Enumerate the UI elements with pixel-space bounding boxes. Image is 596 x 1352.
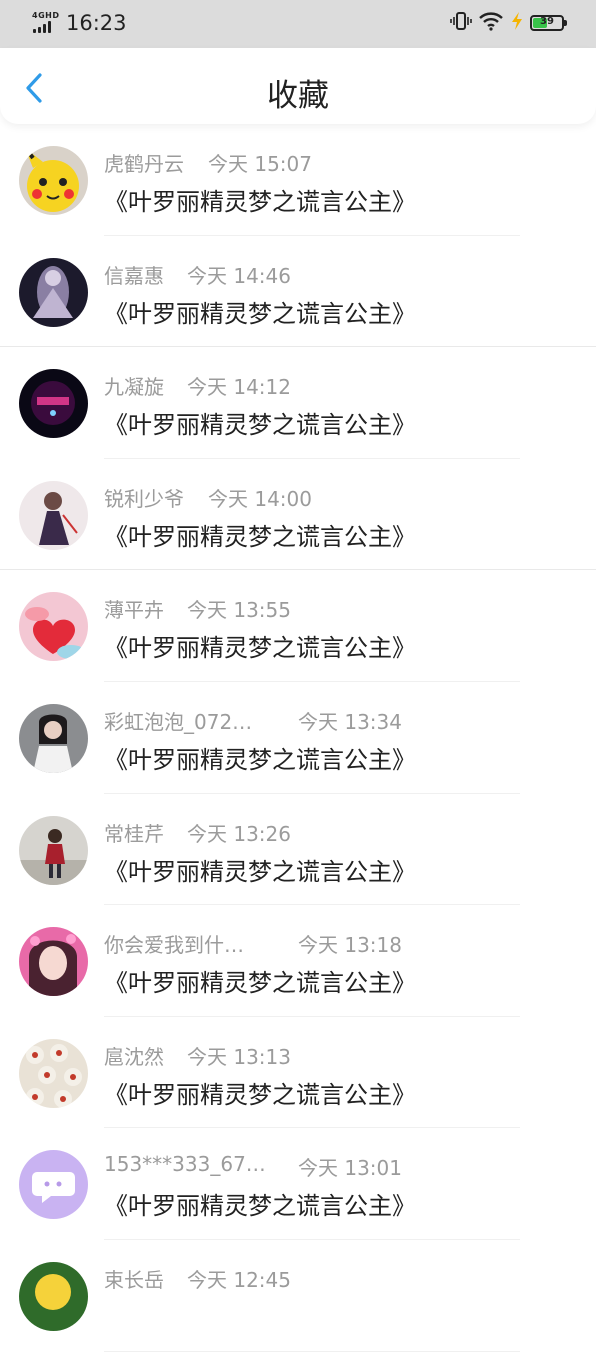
timestamp: 今天 13:55 <box>187 598 291 623</box>
user-name: 虎鹤丹云 <box>104 152 184 176</box>
timestamp: 今天 14:12 <box>187 375 291 400</box>
avatar[interactable] <box>19 1038 88 1108</box>
list-item[interactable]: 常桂芹 今天 13:26 《叶罗丽精灵梦之谎言公主》 <box>0 794 596 906</box>
book-title: 《叶罗丽精灵梦之谎言公主》 <box>104 857 416 886</box>
book-title: 《叶罗丽精灵梦之谎言公主》 <box>104 522 416 551</box>
book-title: 《叶罗丽精灵梦之谎言公主》 <box>104 634 416 663</box>
timestamp: 今天 13:26 <box>187 821 291 846</box>
vibrate-icon <box>450 11 472 35</box>
list-item[interactable]: 薄平卉 今天 13:55 《叶罗丽精灵梦之谎言公主》 <box>0 570 596 682</box>
page-title: 收藏 <box>267 78 329 114</box>
list-item[interactable]: 虎鹤丹云 今天 15:07 《叶罗丽精灵梦之谎言公主》 <box>0 124 596 236</box>
network-type: 4GHD <box>32 11 60 20</box>
favorites-list: 虎鹤丹云 今天 15:07 《叶罗丽精灵梦之谎言公主》 信嘉惠 今天 14:46… <box>0 124 596 1352</box>
battery-level: 39 <box>540 16 554 27</box>
user-name: 常桂芹 <box>104 821 164 846</box>
user-name: 扈沈然 <box>104 1044 164 1069</box>
book-title: 《叶罗丽精灵梦之谎言公主》 <box>104 188 416 216</box>
timestamp: 今天 13:13 <box>187 1044 291 1069</box>
user-name: 你会爱我到什… <box>104 933 244 958</box>
avatar[interactable] <box>19 1150 88 1220</box>
user-name: 薄平卉 <box>104 598 164 623</box>
avatar[interactable] <box>19 480 88 550</box>
book-title: 《叶罗丽精灵梦之谎言公主》 <box>104 299 416 328</box>
user-name: 153***333_67… <box>104 1152 266 1177</box>
user-name: 信嘉惠 <box>104 263 164 288</box>
avatar[interactable] <box>19 146 88 215</box>
book-title: 《叶罗丽精灵梦之谎言公主》 <box>104 745 416 774</box>
timestamp: 今天 13:01 <box>298 1156 402 1181</box>
avatar[interactable] <box>19 592 88 662</box>
book-title: 《叶罗丽精灵梦之谎言公主》 <box>104 969 416 998</box>
clock: 16:23 <box>66 11 127 35</box>
avatar[interactable] <box>19 703 88 773</box>
book-title: 《叶罗丽精灵梦之谎言公主》 <box>104 411 416 440</box>
list-item[interactable]: 锐利少爷 今天 14:00 《叶罗丽精灵梦之谎言公主》 <box>0 459 596 571</box>
user-name: 束长岳 <box>104 1267 164 1292</box>
user-name: 锐利少爷 <box>104 486 184 511</box>
list-item[interactable]: 九凝旋 今天 14:12 《叶罗丽精灵梦之谎言公主》 <box>0 347 596 459</box>
avatar[interactable] <box>19 1261 88 1331</box>
user-name: 彩虹泡泡_072… <box>104 709 253 734</box>
avatar[interactable] <box>19 815 88 885</box>
charging-icon <box>510 11 524 35</box>
list-item[interactable]: 彩虹泡泡_072… 今天 13:34 《叶罗丽精灵梦之谎言公主》 <box>0 682 596 794</box>
user-name: 九凝旋 <box>104 375 164 400</box>
list-item[interactable]: 束长岳 今天 12:45 <box>0 1240 596 1352</box>
status-bar: 4GHD 16:23 39 <box>0 0 596 48</box>
timestamp: 今天 14:46 <box>187 263 291 288</box>
list-item[interactable]: 信嘉惠 今天 14:46 《叶罗丽精灵梦之谎言公主》 <box>0 236 596 348</box>
avatar[interactable] <box>19 927 88 997</box>
timestamp: 今天 13:18 <box>298 933 402 958</box>
battery-icon: 39 <box>530 15 567 31</box>
book-title: 《叶罗丽精灵梦之谎言公主》 <box>104 1192 416 1221</box>
list-item[interactable]: 你会爱我到什… 今天 13:18 《叶罗丽精灵梦之谎言公主》 <box>0 905 596 1017</box>
timestamp: 今天 12:45 <box>187 1267 291 1292</box>
avatar[interactable] <box>19 369 88 439</box>
wifi-icon <box>478 11 504 35</box>
timestamp: 今天 13:34 <box>298 709 402 734</box>
timestamp: 今天 14:00 <box>208 486 312 511</box>
list-item[interactable]: 153***333_67… 今天 13:01 《叶罗丽精灵梦之谎言公主》 <box>0 1128 596 1240</box>
timestamp: 今天 15:07 <box>208 152 312 176</box>
book-title: 《叶罗丽精灵梦之谎言公主》 <box>104 1080 416 1109</box>
avatar[interactable] <box>19 257 88 327</box>
list-item[interactable]: 扈沈然 今天 13:13 《叶罗丽精灵梦之谎言公主》 <box>0 1017 596 1129</box>
signal-icon <box>33 21 59 33</box>
nav-header: 收藏 <box>0 48 596 124</box>
